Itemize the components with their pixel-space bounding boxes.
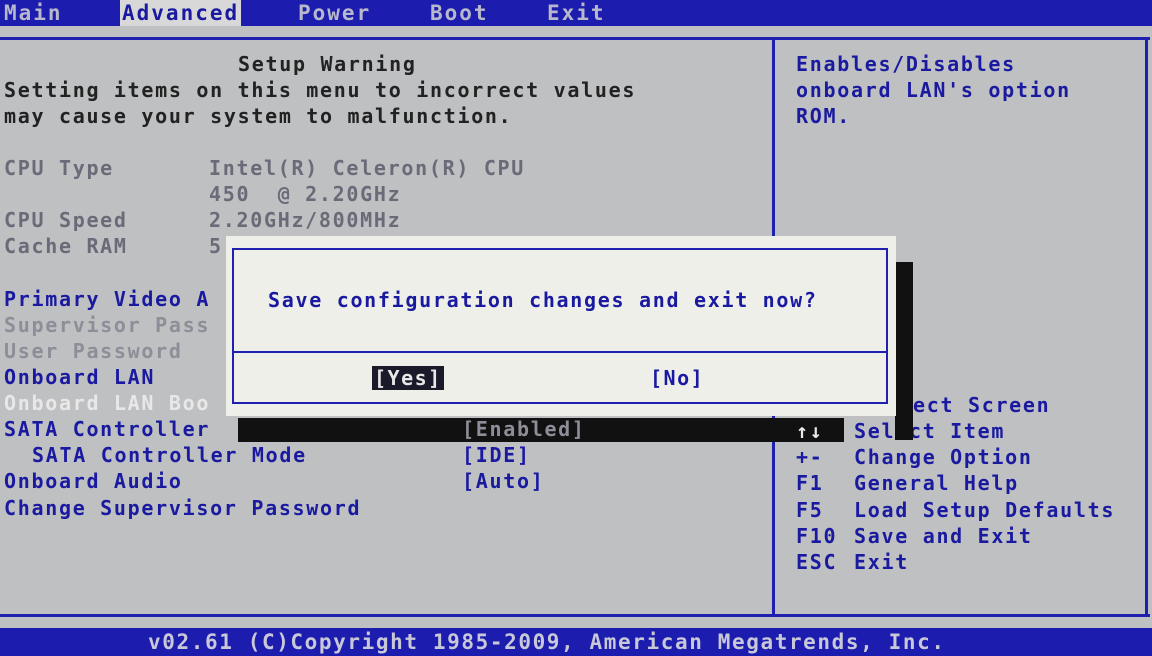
setup-warning-title: Setup Warning: [238, 52, 417, 76]
onboard-lan-boot-item[interactable]: Onboard LAN Boo: [4, 391, 210, 415]
key-esc: ESC: [796, 550, 838, 574]
sata-controller-item[interactable]: SATA Controller: [4, 417, 210, 441]
setup-warning-line2: may cause your system to malfunction.: [4, 104, 513, 128]
key-plus-minus: +-: [796, 445, 824, 469]
cpu-speed-value: 2.20GHz/800MHz: [209, 208, 402, 232]
primary-video-item[interactable]: Primary Video A: [4, 287, 210, 311]
copyright-text: v02.61 (C)Copyright 1985-2009, American …: [148, 630, 946, 654]
key-f10: F10: [796, 524, 838, 548]
change-supervisor-password-item[interactable]: Change Supervisor Password: [4, 496, 361, 520]
dialog-frame: [232, 248, 888, 404]
dialog-separator: [232, 351, 888, 353]
frame-bottom-line: [0, 614, 1150, 617]
key-select-screen-desc: ect Screen: [913, 393, 1051, 417]
cpu-type-label: CPU Type: [4, 156, 114, 180]
tab-main[interactable]: Main: [4, 0, 63, 26]
help-line1: Enables/Disables: [796, 52, 1016, 76]
user-password-item: User Password: [4, 339, 183, 363]
onboard-audio-value[interactable]: [Auto]: [462, 469, 544, 493]
tab-exit[interactable]: Exit: [547, 0, 606, 26]
key-f1-desc: General Help: [854, 471, 1019, 495]
onboard-audio-item[interactable]: Onboard Audio: [4, 469, 183, 493]
sata-controller-mode-item[interactable]: SATA Controller Mode: [32, 443, 307, 467]
setup-warning-line1: Setting items on this menu to incorrect …: [4, 78, 637, 102]
key-f1: F1: [796, 471, 824, 495]
key-f5-desc: Load Setup Defaults: [854, 498, 1116, 522]
cpu-type-value-2: 450 @ 2.20GHz: [209, 182, 402, 206]
frame-right-line: [1145, 37, 1148, 617]
no-button[interactable]: [No]: [650, 366, 704, 390]
key-f10-desc: Save and Exit: [854, 524, 1033, 548]
key-esc-desc: Exit: [854, 550, 909, 574]
help-line2: onboard LAN's option: [796, 78, 1071, 102]
key-f5: F5: [796, 498, 824, 522]
onboard-lan-item[interactable]: Onboard LAN: [4, 365, 155, 389]
key-arrows-updown: ↑↓: [796, 419, 824, 443]
cpu-speed-label: CPU Speed: [4, 208, 128, 232]
sata-controller-value[interactable]: [Enabled]: [462, 417, 586, 441]
dialog-message: Save configuration changes and exit now?: [268, 288, 818, 312]
key-select-item-desc: Select Item: [854, 419, 1006, 443]
dialog-shadow: [895, 262, 913, 440]
sata-controller-mode-value[interactable]: [IDE]: [462, 443, 531, 467]
yes-button[interactable]: [Yes]: [372, 366, 444, 390]
tab-power[interactable]: Power: [298, 0, 371, 26]
key-change-option-desc: Change Option: [854, 445, 1033, 469]
cache-ram-value: 5: [209, 234, 223, 258]
help-line3: ROM.: [796, 104, 851, 128]
supervisor-password-item: Supervisor Pass: [4, 313, 211, 337]
tab-advanced[interactable]: Advanced: [120, 0, 242, 26]
tab-boot[interactable]: Boot: [430, 0, 489, 26]
cache-ram-label: Cache RAM: [4, 234, 128, 258]
frame-top-line: [0, 37, 1150, 40]
cpu-type-value: Intel(R) Celeron(R) CPU: [209, 156, 526, 180]
